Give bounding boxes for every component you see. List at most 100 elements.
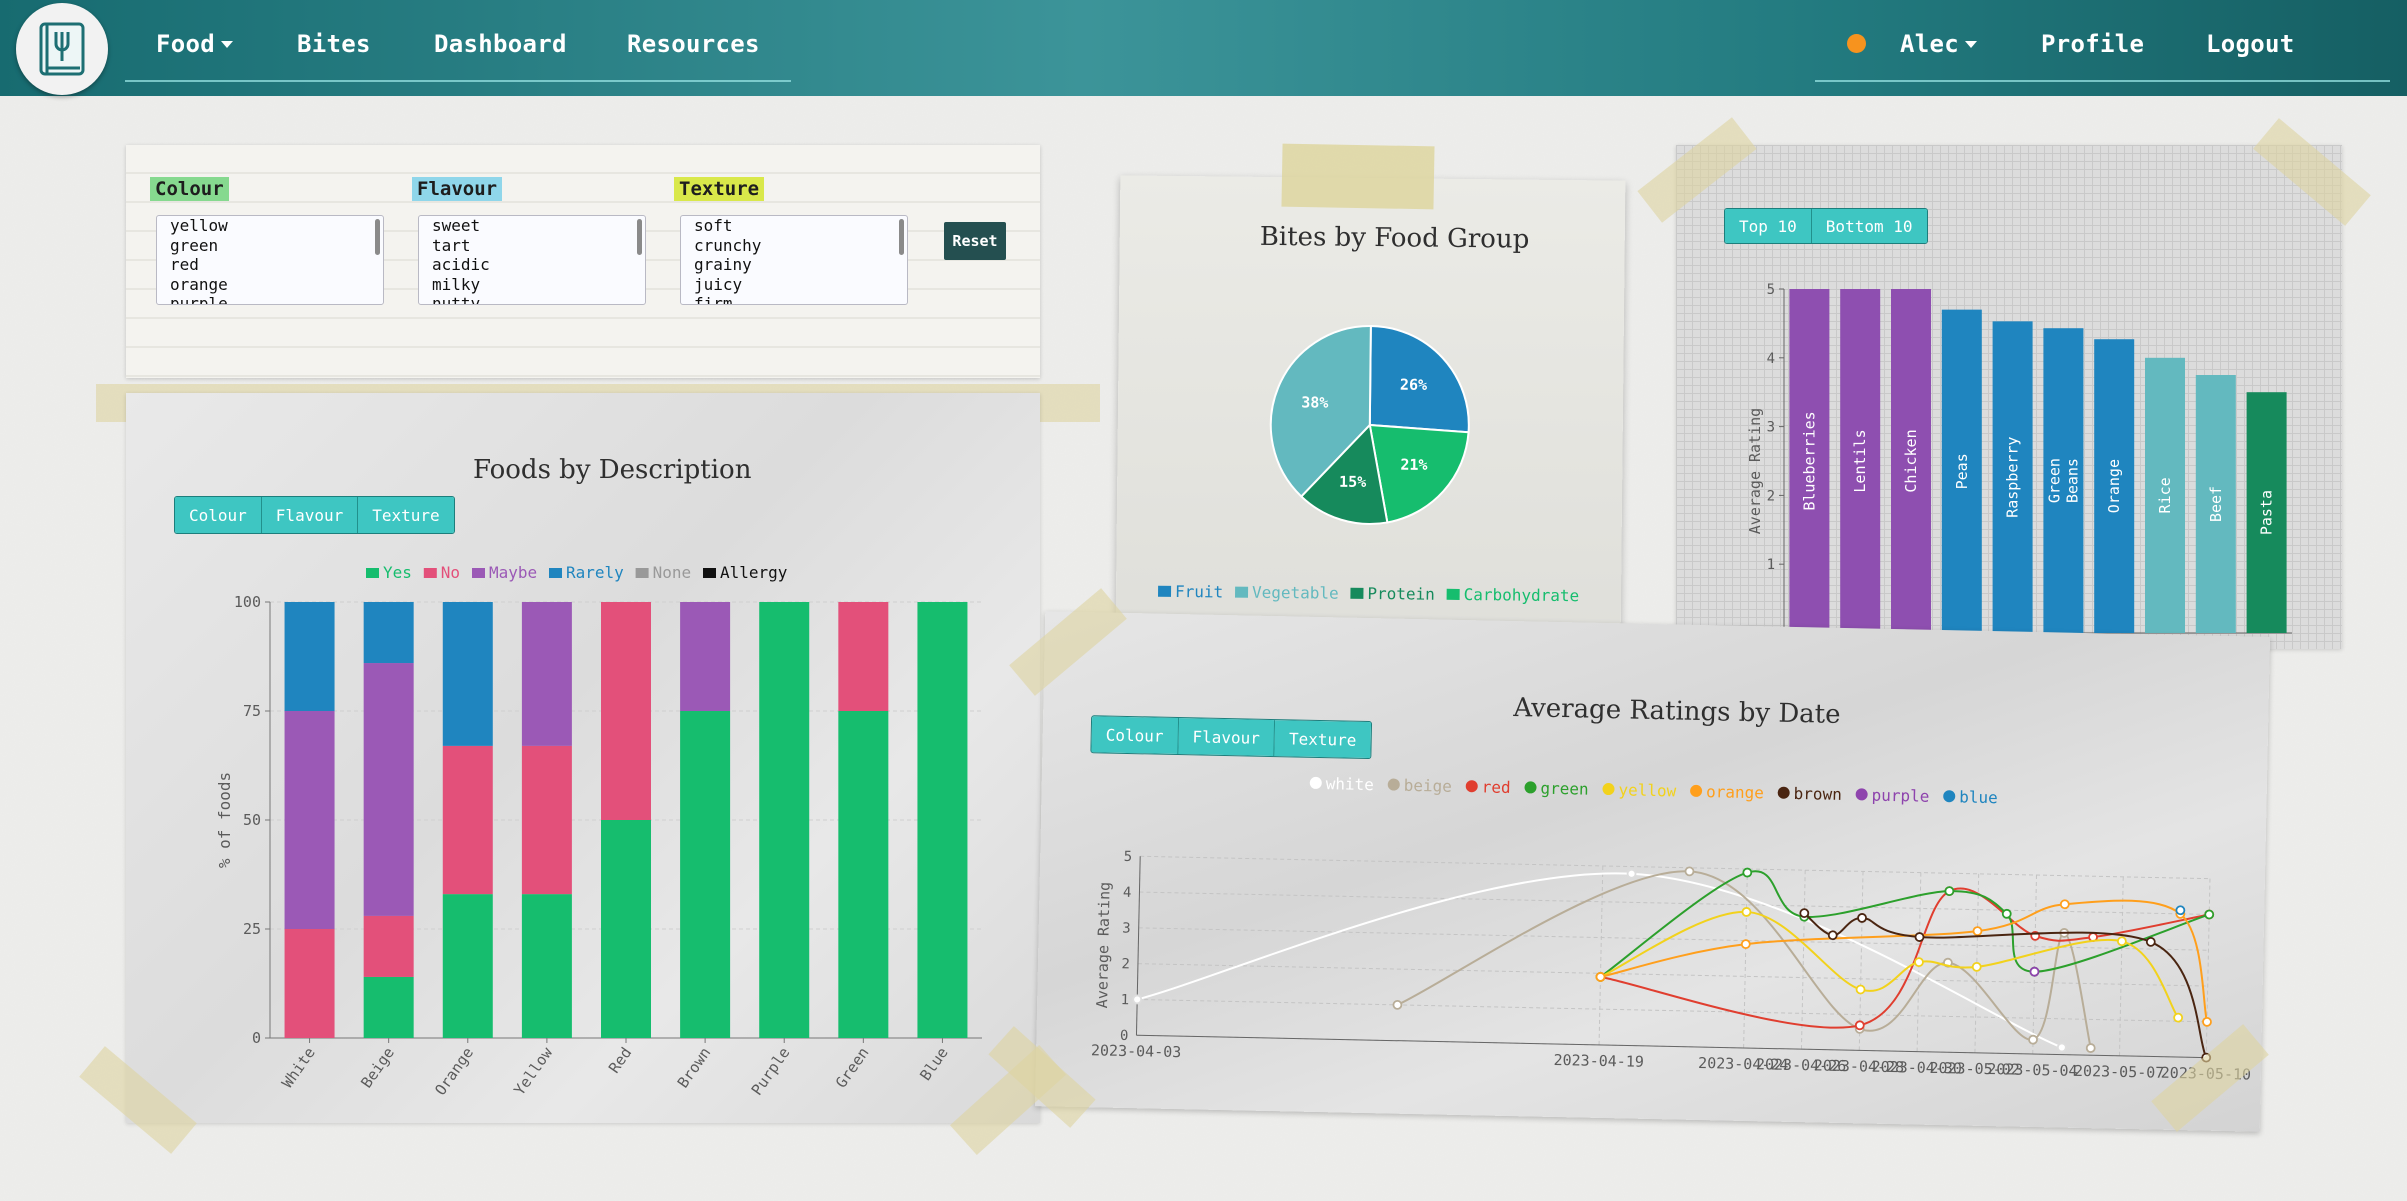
bar-segment-white-maybe[interactable] <box>284 711 335 929</box>
bar-segment-white-no[interactable] <box>284 929 335 1038</box>
logo[interactable] <box>16 3 108 95</box>
nav-food-dropdown[interactable]: Food <box>156 30 233 58</box>
data-point[interactable] <box>2059 899 2070 910</box>
data-point[interactable] <box>1684 866 1695 877</box>
data-point[interactable] <box>2028 1034 2038 1045</box>
data-point[interactable] <box>1827 930 1838 941</box>
nav-profile[interactable]: Profile <box>2041 30 2144 58</box>
legend-item-yellow[interactable]: yellow <box>1602 780 1677 801</box>
filter-option[interactable]: firm <box>681 294 907 304</box>
nav-logout[interactable]: Logout <box>2206 30 2295 58</box>
legend-item-allergy[interactable]: Allergy <box>703 563 788 582</box>
bar-segment-yellow-no[interactable] <box>521 745 572 895</box>
nav-dashboard[interactable]: Dashboard <box>434 30 567 58</box>
bar-segment-blue-yes[interactable] <box>917 602 968 1038</box>
data-point[interactable] <box>2085 1043 2096 1053</box>
data-point[interactable] <box>2029 966 2040 977</box>
data-point[interactable] <box>2202 1016 2212 1027</box>
legend-item-vegetable[interactable]: Vegetable <box>1234 583 1339 603</box>
filter-listbox-colour[interactable]: yellow green red orange purple <box>156 215 384 305</box>
legend-item-red[interactable]: red <box>1465 777 1511 797</box>
legend-item-no[interactable]: No <box>423 563 460 582</box>
data-point[interactable] <box>2175 905 2186 916</box>
data-point[interactable] <box>1392 999 1403 1010</box>
filter-option[interactable]: green <box>157 236 383 256</box>
data-point[interactable] <box>2116 936 2127 947</box>
legend-item-white[interactable]: white <box>1309 774 1375 794</box>
filter-option[interactable]: grainy <box>681 255 907 275</box>
legend-item-protein[interactable]: Protein <box>1350 584 1435 604</box>
filter-option[interactable]: orange <box>157 275 383 295</box>
data-point[interactable] <box>1972 926 1983 936</box>
legend-item-fruit[interactable]: Fruit <box>1158 582 1223 602</box>
filter-option[interactable]: tart <box>419 236 645 256</box>
nav-resources[interactable]: Resources <box>627 30 760 58</box>
bar-segment-orange-rarely[interactable] <box>442 602 493 746</box>
filter-listbox-texture[interactable]: soft crunchy grainy juicy firm <box>680 215 908 305</box>
nav-user-dropdown[interactable]: Alec <box>1900 30 1977 58</box>
data-point[interactable] <box>1799 908 1810 919</box>
filter-option[interactable]: yellow <box>157 216 383 236</box>
legend-item-orange[interactable]: orange <box>1690 782 1764 803</box>
data-point[interactable] <box>1626 868 1637 879</box>
bar-segment-purple-yes[interactable] <box>759 602 810 1038</box>
data-point[interactable] <box>2001 908 2012 919</box>
legend-item-brown[interactable]: brown <box>1777 784 1842 804</box>
bar-segment-orange-yes[interactable] <box>442 894 493 1038</box>
filter-option[interactable]: soft <box>681 216 907 236</box>
data-point[interactable] <box>1740 939 1751 950</box>
data-point[interactable] <box>1741 907 1752 917</box>
bar-segment-green-no[interactable] <box>838 602 889 711</box>
data-point[interactable] <box>1914 957 1924 968</box>
legend-item-rarely[interactable]: Rarely <box>549 563 624 582</box>
data-point[interactable] <box>1132 994 1143 1005</box>
listbox-scrollbar[interactable] <box>899 219 904 255</box>
data-point[interactable] <box>1944 886 1955 897</box>
filter-option[interactable]: sweet <box>419 216 645 236</box>
legend-item-beige[interactable]: beige <box>1387 775 1453 796</box>
bar-segment-orange-no[interactable] <box>442 745 493 895</box>
bar-segment-beige-no[interactable] <box>363 915 414 977</box>
data-point[interactable] <box>1595 972 1606 982</box>
filter-option[interactable]: nutty <box>419 294 645 304</box>
filter-option[interactable]: purple <box>157 294 383 304</box>
legend-item-carbohydrate[interactable]: Carbohydrate <box>1446 585 1580 605</box>
filter-option[interactable]: acidic <box>419 255 645 275</box>
bar-segment-red-yes[interactable] <box>601 820 651 1038</box>
data-point[interactable] <box>1855 984 1866 995</box>
bar-segment-green-yes[interactable] <box>838 711 889 1038</box>
data-point[interactable] <box>2204 909 2215 920</box>
bar-segment-white-rarely[interactable] <box>284 602 335 711</box>
bar-segment-beige-maybe[interactable] <box>363 663 414 916</box>
data-point[interactable] <box>1857 913 1867 923</box>
listbox-scrollbar[interactable] <box>637 219 642 255</box>
bar-segment-yellow-maybe[interactable] <box>521 602 572 746</box>
bar-segment-beige-yes[interactable] <box>363 976 414 1038</box>
legend-item-yes[interactable]: Yes <box>366 563 412 582</box>
data-point[interactable] <box>2145 936 2156 947</box>
bar-segment-brown-maybe[interactable] <box>680 602 731 711</box>
filter-option[interactable]: red <box>157 255 383 275</box>
filter-listbox-flavour[interactable]: sweet tart acidic milky nutty <box>418 215 646 305</box>
nav-bites[interactable]: Bites <box>297 30 371 58</box>
filter-option[interactable]: milky <box>419 275 645 295</box>
reset-button[interactable]: Reset <box>944 222 1006 260</box>
legend-item-purple[interactable]: purple <box>1855 785 1930 806</box>
bar-segment-red-no[interactable] <box>601 602 651 820</box>
legend-item-green[interactable]: green <box>1524 778 1589 799</box>
data-point[interactable] <box>1854 1020 1865 1031</box>
bar-segment-beige-rarely[interactable] <box>363 602 414 664</box>
data-point[interactable] <box>1742 867 1753 878</box>
legend-item-none[interactable]: None <box>635 563 692 582</box>
legend-item-blue[interactable]: blue <box>1943 787 1998 807</box>
data-point[interactable] <box>2056 1042 2067 1053</box>
filter-option[interactable]: juicy <box>681 275 907 295</box>
bar-segment-yellow-yes[interactable] <box>521 894 572 1038</box>
legend-item-maybe[interactable]: Maybe <box>472 563 537 582</box>
bar-segment-brown-yes[interactable] <box>680 711 731 1038</box>
data-point[interactable] <box>1971 961 1982 972</box>
filter-option[interactable]: crunchy <box>681 236 907 256</box>
data-point[interactable] <box>1914 932 1925 942</box>
data-point[interactable] <box>2173 1012 2184 1023</box>
listbox-scrollbar[interactable] <box>375 219 380 255</box>
